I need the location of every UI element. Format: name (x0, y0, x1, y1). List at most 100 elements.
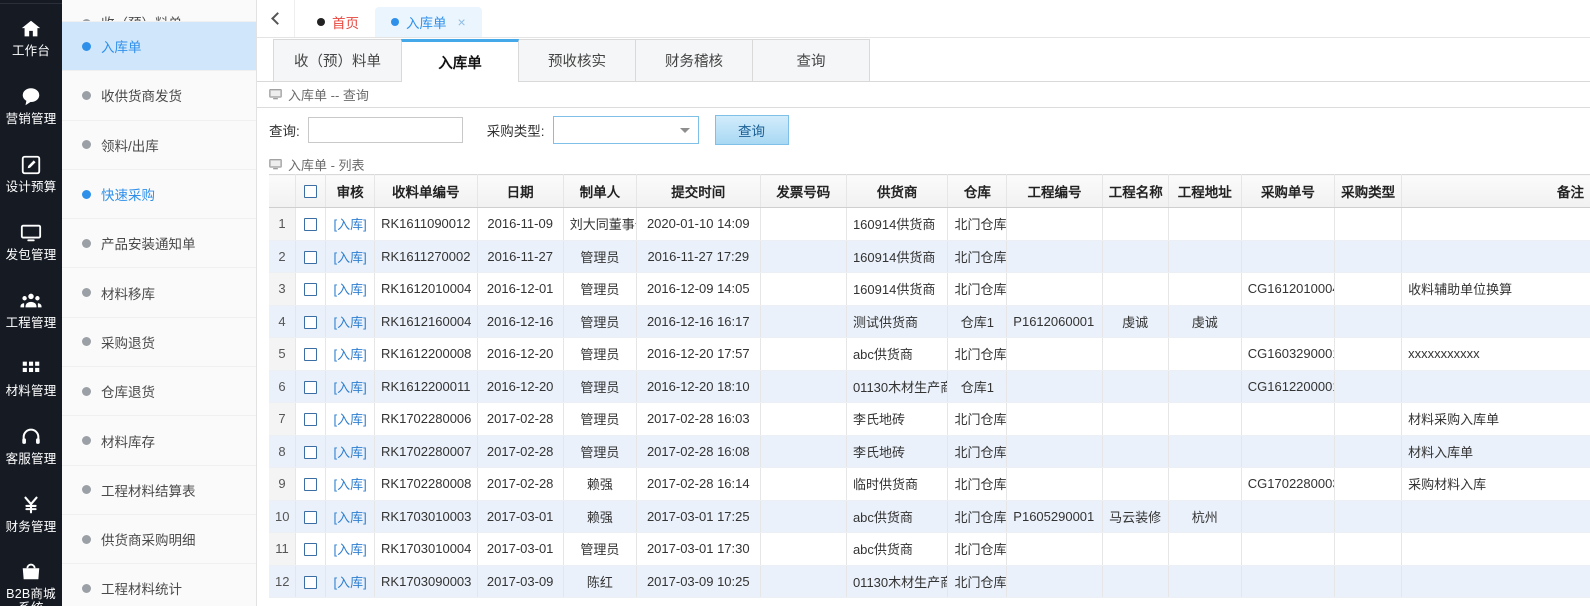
table-row[interactable]: 9[入库]RK17022800082017-02-28赖强2017-02-28 … (269, 468, 1590, 501)
column-header-submit_time[interactable]: 提交时间 (636, 175, 760, 208)
column-header-purchase_type[interactable]: 采购类型 (1335, 175, 1402, 208)
sidebar-item-7[interactable]: 客服管理 (0, 412, 62, 480)
module-tab-3[interactable]: 预收核实 (518, 39, 636, 81)
cell-maker: 赖强 (563, 500, 636, 533)
column-header-receipt_no[interactable]: 收料单编号 (375, 175, 478, 208)
sidebar-item-6[interactable]: 材料管理 (0, 344, 62, 412)
column-header-invoice_no[interactable]: 发票号码 (760, 175, 846, 208)
audit-link[interactable]: [入库] (334, 412, 367, 427)
row-checkbox[interactable] (304, 218, 317, 231)
audit-link[interactable]: [入库] (334, 347, 367, 362)
column-header-project_no[interactable]: 工程编号 (1007, 175, 1102, 208)
close-icon[interactable]: × (458, 14, 466, 30)
purchase-type-select[interactable] (553, 116, 699, 144)
column-header-supplier[interactable]: 供货商 (846, 175, 947, 208)
table-row[interactable]: 8[入库]RK17022800072017-02-28管理员2017-02-28… (269, 435, 1590, 468)
cell-warehouse: 北门仓库 (948, 565, 1007, 598)
table-row[interactable]: 12[入库]RK17030900032017-03-09陈红2017-03-09… (269, 565, 1590, 598)
row-number: 6 (269, 370, 295, 403)
submenu-item-3[interactable]: 收供货商发货 (62, 71, 256, 120)
module-tab-5[interactable]: 查询 (752, 39, 870, 81)
submenu-item-13[interactable]: 工程材料统计 (62, 564, 256, 606)
audit-link[interactable]: [入库] (334, 477, 367, 492)
row-checkbox[interactable] (304, 576, 317, 589)
search-input[interactable] (308, 117, 463, 143)
row-checkbox[interactable] (304, 543, 317, 556)
table-row[interactable]: 2[入库]RK16112700022016-11-27管理员2016-11-27… (269, 240, 1590, 273)
select-all-checkbox[interactable] (304, 185, 317, 198)
table-row[interactable]: 11[入库]RK17030100042017-03-01管理员2017-03-0… (269, 533, 1590, 566)
table-row[interactable]: 5[入库]RK16122000082016-12-20管理员2016-12-20… (269, 338, 1590, 371)
row-checkbox[interactable] (304, 413, 317, 426)
table-row[interactable]: 3[入库]RK16120100042016-12-01管理员2016-12-09… (269, 273, 1590, 306)
collapse-sidebar-button[interactable] (257, 0, 295, 37)
audit-link[interactable]: [入库] (334, 282, 367, 297)
column-header-project_name[interactable]: 工程名称 (1102, 175, 1168, 208)
table-row[interactable]: 6[入库]RK16122000112016-12-20管理员2016-12-20… (269, 370, 1590, 403)
audit-link[interactable]: [入库] (334, 510, 367, 525)
audit-link[interactable]: [入库] (334, 315, 367, 330)
row-checkbox[interactable] (304, 511, 317, 524)
sidebar-item-9[interactable]: B2B商城系统 (0, 548, 62, 606)
column-header-purchase_no[interactable]: 采购单号 (1241, 175, 1334, 208)
row-checkbox[interactable] (304, 348, 317, 361)
row-number: 8 (269, 435, 295, 468)
cell-purchase_type (1335, 468, 1402, 501)
row-checkbox[interactable] (304, 251, 317, 264)
row-number: 12 (269, 565, 295, 598)
module-tab-4[interactable]: 财务稽核 (635, 39, 753, 81)
submenu-item-8[interactable]: 采购退货 (62, 318, 256, 367)
page-tab-2[interactable]: 入库单× (375, 7, 482, 37)
row-checkbox[interactable] (304, 283, 317, 296)
cell-remark (1402, 565, 1590, 598)
audit-link[interactable]: [入库] (334, 380, 367, 395)
column-header-warehouse[interactable]: 仓库 (948, 175, 1007, 208)
submenu-item-9[interactable]: 仓库退货 (62, 367, 256, 416)
receipt-table-scroll[interactable]: 审核收料单编号日期制单人提交时间发票号码供货商仓库工程编号工程名称工程地址采购单… (269, 174, 1590, 606)
search-button[interactable]: 查询 (715, 115, 789, 145)
module-tab-2[interactable]: 入库单 (401, 39, 519, 82)
table-row[interactable]: 7[入库]RK17022800062017-02-28管理员2017-02-28… (269, 403, 1590, 436)
submenu-item-10[interactable]: 材料库存 (62, 416, 256, 465)
page-tab-1[interactable]: 首页 (301, 7, 375, 37)
cell-date: 2017-03-01 (477, 500, 563, 533)
row-checkbox[interactable] (304, 478, 317, 491)
table-row[interactable]: 1[入库]RK16110900122016-11-09刘大同董事长2020-01… (269, 208, 1590, 241)
column-header-check[interactable] (295, 175, 325, 208)
submenu-item-4[interactable]: 领料/出库 (62, 121, 256, 170)
table-row[interactable]: 10[入库]RK17030100032017-03-01赖强2017-03-01… (269, 500, 1590, 533)
submenu-item-7[interactable]: 材料移库 (62, 268, 256, 317)
sidebar-item-5[interactable]: 工程管理 (0, 276, 62, 344)
sidebar-item-1[interactable]: 工作台 (0, 4, 62, 72)
sidebar-item-4[interactable]: 发包管理 (0, 208, 62, 276)
submenu-item-11[interactable]: 工程材料结算表 (62, 466, 256, 515)
audit-link[interactable]: [入库] (334, 542, 367, 557)
column-header-audit[interactable]: 审核 (326, 175, 375, 208)
submenu-item-12[interactable]: 供货商采购明细 (62, 515, 256, 564)
audit-link[interactable]: [入库] (334, 250, 367, 265)
submenu-item-6[interactable]: 产品安装通知单 (62, 219, 256, 268)
cell-receipt_no: RK1703010004 (375, 533, 478, 566)
row-checkbox-cell (295, 533, 325, 566)
row-checkbox[interactable] (304, 381, 317, 394)
submenu-item-5[interactable]: 快速采购 (62, 170, 256, 219)
column-header-date[interactable]: 日期 (477, 175, 563, 208)
submenu-item-1[interactable]: 收（预）料单 (62, 0, 256, 22)
column-header-num[interactable] (269, 175, 295, 208)
row-checkbox[interactable] (304, 316, 317, 329)
audit-link[interactable]: [入库] (334, 445, 367, 460)
audit-link[interactable]: [入库] (334, 575, 367, 590)
module-tab-1[interactable]: 收（预）料单 (273, 39, 402, 81)
sidebar-item-3[interactable]: 设计预算 (0, 140, 62, 208)
bullet-icon (82, 485, 91, 494)
column-header-maker[interactable]: 制单人 (563, 175, 636, 208)
cell-purchase_no (1241, 240, 1334, 273)
submenu-item-2[interactable]: 入库单 (62, 22, 256, 71)
sidebar-item-8[interactable]: 财务管理 (0, 480, 62, 548)
table-row[interactable]: 4[入库]RK16121600042016-12-16管理员2016-12-16… (269, 305, 1590, 338)
column-header-project_addr[interactable]: 工程地址 (1168, 175, 1241, 208)
sidebar-item-2[interactable]: 营销管理 (0, 72, 62, 140)
column-header-remark[interactable]: 备注 (1402, 175, 1590, 208)
row-checkbox[interactable] (304, 446, 317, 459)
audit-link[interactable]: [入库] (334, 217, 367, 232)
